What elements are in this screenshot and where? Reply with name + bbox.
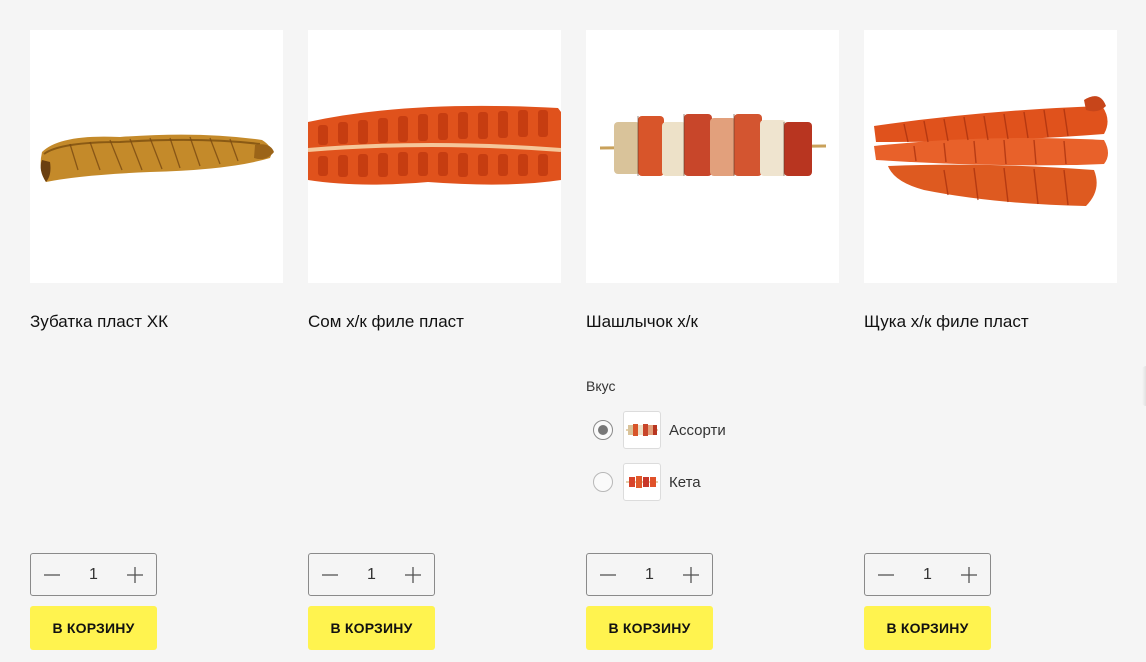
- minus-icon[interactable]: [587, 554, 629, 595]
- product-grid: Зубатка пласт ХК 1 В КОРЗИНУ Сом х/к фил…: [0, 0, 1146, 662]
- radio-button[interactable]: [593, 472, 613, 492]
- minus-icon[interactable]: [31, 554, 73, 595]
- scroll-edge-handle[interactable]: [1142, 366, 1146, 406]
- option-assorti[interactable]: Ассорти: [593, 410, 726, 450]
- quantity-value[interactable]: 1: [79, 566, 109, 584]
- product-image[interactable]: [864, 30, 1117, 283]
- product-card: Шашлычок х/к Вкус Ассорти Кета 1 В КОРЗИ…: [586, 30, 839, 650]
- product-image[interactable]: [30, 30, 283, 283]
- quantity-stepper: 1: [864, 553, 991, 596]
- add-to-cart-button[interactable]: В КОРЗИНУ: [586, 606, 713, 650]
- add-to-cart-button[interactable]: В КОРЗИНУ: [308, 606, 435, 650]
- option-thumbnail[interactable]: [623, 411, 661, 449]
- plus-icon[interactable]: [670, 554, 712, 595]
- minus-icon[interactable]: [309, 554, 351, 595]
- quantity-value[interactable]: 1: [357, 566, 387, 584]
- add-to-cart-button[interactable]: В КОРЗИНУ: [864, 606, 991, 650]
- radio-button[interactable]: [593, 420, 613, 440]
- option-group-label: Вкус: [586, 378, 616, 394]
- option-keta[interactable]: Кета: [593, 462, 701, 502]
- add-to-cart-button[interactable]: В КОРЗИНУ: [30, 606, 157, 650]
- product-image[interactable]: [308, 30, 561, 283]
- option-label: Ассорти: [669, 421, 726, 439]
- product-title[interactable]: Шашлычок х/к: [586, 311, 698, 333]
- product-title[interactable]: Сом х/к филе пласт: [308, 311, 464, 333]
- plus-icon[interactable]: [392, 554, 434, 595]
- quantity-stepper: 1: [30, 553, 157, 596]
- quantity-stepper: 1: [308, 553, 435, 596]
- option-label: Кета: [669, 473, 701, 491]
- product-card: Сом х/к филе пласт 1 В КОРЗИНУ: [308, 30, 561, 650]
- product-card: Зубатка пласт ХК 1 В КОРЗИНУ: [30, 30, 283, 650]
- product-image[interactable]: [586, 30, 839, 283]
- product-title[interactable]: Зубатка пласт ХК: [30, 311, 168, 333]
- product-card: Щука х/к филе пласт 1 В КОРЗИНУ: [864, 30, 1117, 650]
- quantity-value[interactable]: 1: [635, 566, 665, 584]
- plus-icon[interactable]: [114, 554, 156, 595]
- plus-icon[interactable]: [948, 554, 990, 595]
- option-thumbnail[interactable]: [623, 463, 661, 501]
- minus-icon[interactable]: [865, 554, 907, 595]
- quantity-stepper: 1: [586, 553, 713, 596]
- product-title[interactable]: Щука х/к филе пласт: [864, 311, 1029, 333]
- quantity-value[interactable]: 1: [913, 566, 943, 584]
